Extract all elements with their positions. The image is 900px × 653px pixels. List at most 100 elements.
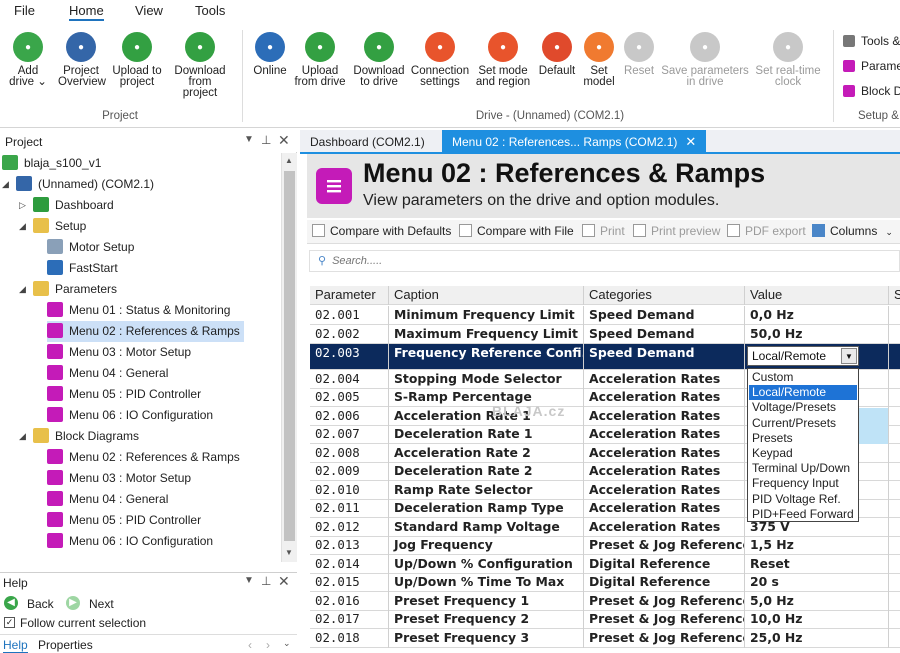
tree-item[interactable]: (Unnamed) (COM2.1) [16, 174, 158, 195]
tree-item[interactable]: Dashboard [33, 195, 118, 216]
panel-menu-icon[interactable]: ▼ [244, 134, 254, 145]
drive-button-6[interactable]: ● Set model [580, 32, 618, 88]
project-button-2[interactable]: ● Upload to project [110, 32, 164, 88]
dropdown-option[interactable]: Frequency Input [749, 476, 857, 491]
dropdown-option[interactable]: Local/Remote [749, 385, 857, 401]
scroll-thumb[interactable] [284, 171, 295, 541]
project-button-3[interactable]: ● Download from project [170, 32, 230, 99]
setup-button-0[interactable]: Tools & [843, 34, 900, 48]
drive-button-3[interactable]: ● Connection settings [410, 32, 470, 88]
drive-button-1[interactable]: ● Upload from drive [292, 32, 348, 88]
column-header-categories[interactable]: Categories [584, 286, 745, 305]
project-button-0[interactable]: ● Add drive ⌄ [8, 32, 48, 88]
print-preview-button[interactable]: Print preview [633, 224, 720, 238]
drive-button-4[interactable]: ● Set mode and region [472, 32, 534, 88]
tree-item[interactable]: Menu 04 : General [47, 363, 172, 384]
menu-view[interactable]: View [135, 3, 163, 18]
close-icon[interactable]: ✕ [278, 573, 290, 590]
back-arrow-icon[interactable]: ◀ [4, 596, 18, 610]
dropdown-option[interactable]: Keypad [749, 446, 857, 461]
scroll-down-icon[interactable]: ▼ [285, 548, 293, 557]
dropdown-option[interactable]: Custom [749, 370, 857, 385]
tree-expander-icon[interactable]: ◢ [19, 426, 26, 447]
tree-item[interactable]: Menu 02 : References & Ramps [47, 447, 244, 468]
tab-menu-02[interactable]: Menu 02 : References... Ramps (COM2.1) ✕ [442, 130, 707, 154]
dropdown-option[interactable]: PID Voltage Ref. [749, 492, 857, 507]
tab-close-icon[interactable]: ✕ [685, 134, 696, 149]
tree-item[interactable]: Menu 06 : IO Configuration [47, 531, 217, 552]
scroll-up-icon[interactable]: ▲ [285, 156, 293, 165]
drive-button-8[interactable]: ● Save parameters in drive [660, 32, 750, 88]
cell-value[interactable]: 20 s [745, 573, 889, 592]
tree-item[interactable]: FastStart [47, 258, 122, 279]
tree-expander-icon[interactable]: ◢ [2, 174, 9, 195]
drive-button-0[interactable]: ● Online [250, 32, 290, 77]
cell-value[interactable]: Reset [745, 555, 889, 574]
tree-expander-icon[interactable]: ◢ [19, 279, 26, 300]
column-header-value[interactable]: Value [745, 286, 889, 305]
column-header-caption[interactable]: Caption [389, 286, 584, 305]
tree-item[interactable]: Menu 05 : PID Controller [47, 510, 205, 531]
tree-item[interactable]: Menu 03 : Motor Setup [47, 342, 195, 363]
drive-button-9[interactable]: ● Set real-time clock [752, 32, 824, 88]
columns-button[interactable]: Columns ⌄ [812, 224, 893, 238]
drive-button-7[interactable]: ● Reset [620, 32, 658, 77]
drive-button-5[interactable]: ● Default [536, 32, 578, 77]
tab-list-icon[interactable]: ⌄ [283, 638, 291, 649]
value-combobox[interactable]: Local/Remote ▼ [747, 346, 859, 366]
compare-defaults-button[interactable]: Compare with Defaults [312, 224, 451, 238]
dropdown-option[interactable]: Terminal Up/Down [749, 461, 857, 476]
pin-icon[interactable]: ⊥ [261, 574, 271, 588]
table-row[interactable]: 02.001 Minimum Frequency Limit Speed Deman… [310, 306, 900, 325]
project-button-1[interactable]: ● Project Overview [58, 32, 106, 88]
menu-file[interactable]: File [14, 3, 35, 18]
table-row[interactable]: 02.002 Maximum Frequency Limit Speed Deman… [310, 325, 900, 344]
panel-menu-icon[interactable]: ▼ [244, 575, 254, 586]
close-icon[interactable]: ✕ [278, 132, 290, 149]
tree-item[interactable]: Menu 01 : Status & Monitoring [47, 300, 234, 321]
pin-icon[interactable]: ⊥ [261, 133, 271, 147]
print-button[interactable]: Print [582, 224, 625, 238]
tree-item[interactable]: Setup [33, 216, 90, 237]
chevron-down-icon[interactable]: ▼ [841, 348, 857, 364]
next-arrow-icon[interactable]: ▶ [66, 596, 80, 610]
tree-item[interactable]: Menu 03 : Motor Setup [47, 468, 195, 489]
dropdown-option[interactable]: Current/Presets [749, 416, 857, 431]
follow-selection-checkbox[interactable]: ✓ [4, 617, 15, 628]
dropdown-option[interactable]: PID+Feed Forward [749, 507, 857, 522]
tab-next-icon[interactable]: › [266, 638, 270, 652]
setup-button-2[interactable]: Block D [843, 84, 900, 98]
help-back-button[interactable]: Back [27, 597, 54, 611]
column-header-parameter[interactable]: Parameter [310, 286, 389, 305]
tree-item[interactable]: Menu 04 : General [47, 489, 172, 510]
tree-item[interactable]: Menu 02 : References & Ramps [47, 321, 244, 342]
tree-expander-icon[interactable]: ▷ [19, 195, 26, 216]
project-scrollbar[interactable]: ▲ ▼ [281, 153, 297, 562]
tree-item[interactable]: Block Diagrams [33, 426, 143, 447]
cell-value[interactable]: 25,0 Hz [745, 629, 889, 648]
tree-item[interactable]: Parameters [33, 279, 121, 300]
column-header-s[interactable]: S [889, 286, 900, 305]
tab-prev-icon[interactable]: ‹ [248, 638, 252, 652]
table-row[interactable]: 02.018 Preset Frequency 3 Preset & Jog Ref… [310, 629, 900, 648]
search-input[interactable] [332, 255, 873, 267]
tree-item[interactable]: Menu 06 : IO Configuration [47, 405, 217, 426]
tab-dashboard[interactable]: Dashboard (COM2.1) [300, 130, 435, 154]
help-next-button[interactable]: Next [89, 597, 114, 611]
cell-value[interactable]: 1,5 Hz [745, 536, 889, 555]
tab-properties[interactable]: Properties [38, 638, 93, 652]
dropdown-option[interactable]: Presets [749, 431, 857, 446]
drive-button-2[interactable]: ● Download to drive [352, 32, 406, 88]
cell-value[interactable]: 0,0 Hz [745, 306, 889, 325]
menu-tools[interactable]: Tools [195, 3, 225, 18]
menu-home[interactable]: Home [69, 3, 104, 21]
table-row[interactable]: 02.017 Preset Frequency 2 Preset & Jog Ref… [310, 610, 900, 629]
pdf-export-button[interactable]: PDF export [727, 224, 806, 238]
table-row[interactable]: 02.015 Up/Down % Time To Max Digital Refer… [310, 573, 900, 592]
tree-expander-icon[interactable]: ◢ [19, 216, 26, 237]
tab-help[interactable]: Help [3, 638, 28, 653]
cell-value[interactable]: 5,0 Hz [745, 592, 889, 611]
cell-value[interactable]: 10,0 Hz [745, 610, 889, 629]
table-row[interactable]: 02.014 Up/Down % Configuration Digital Ref… [310, 555, 900, 574]
dropdown-option[interactable]: Voltage/Presets [749, 400, 857, 415]
